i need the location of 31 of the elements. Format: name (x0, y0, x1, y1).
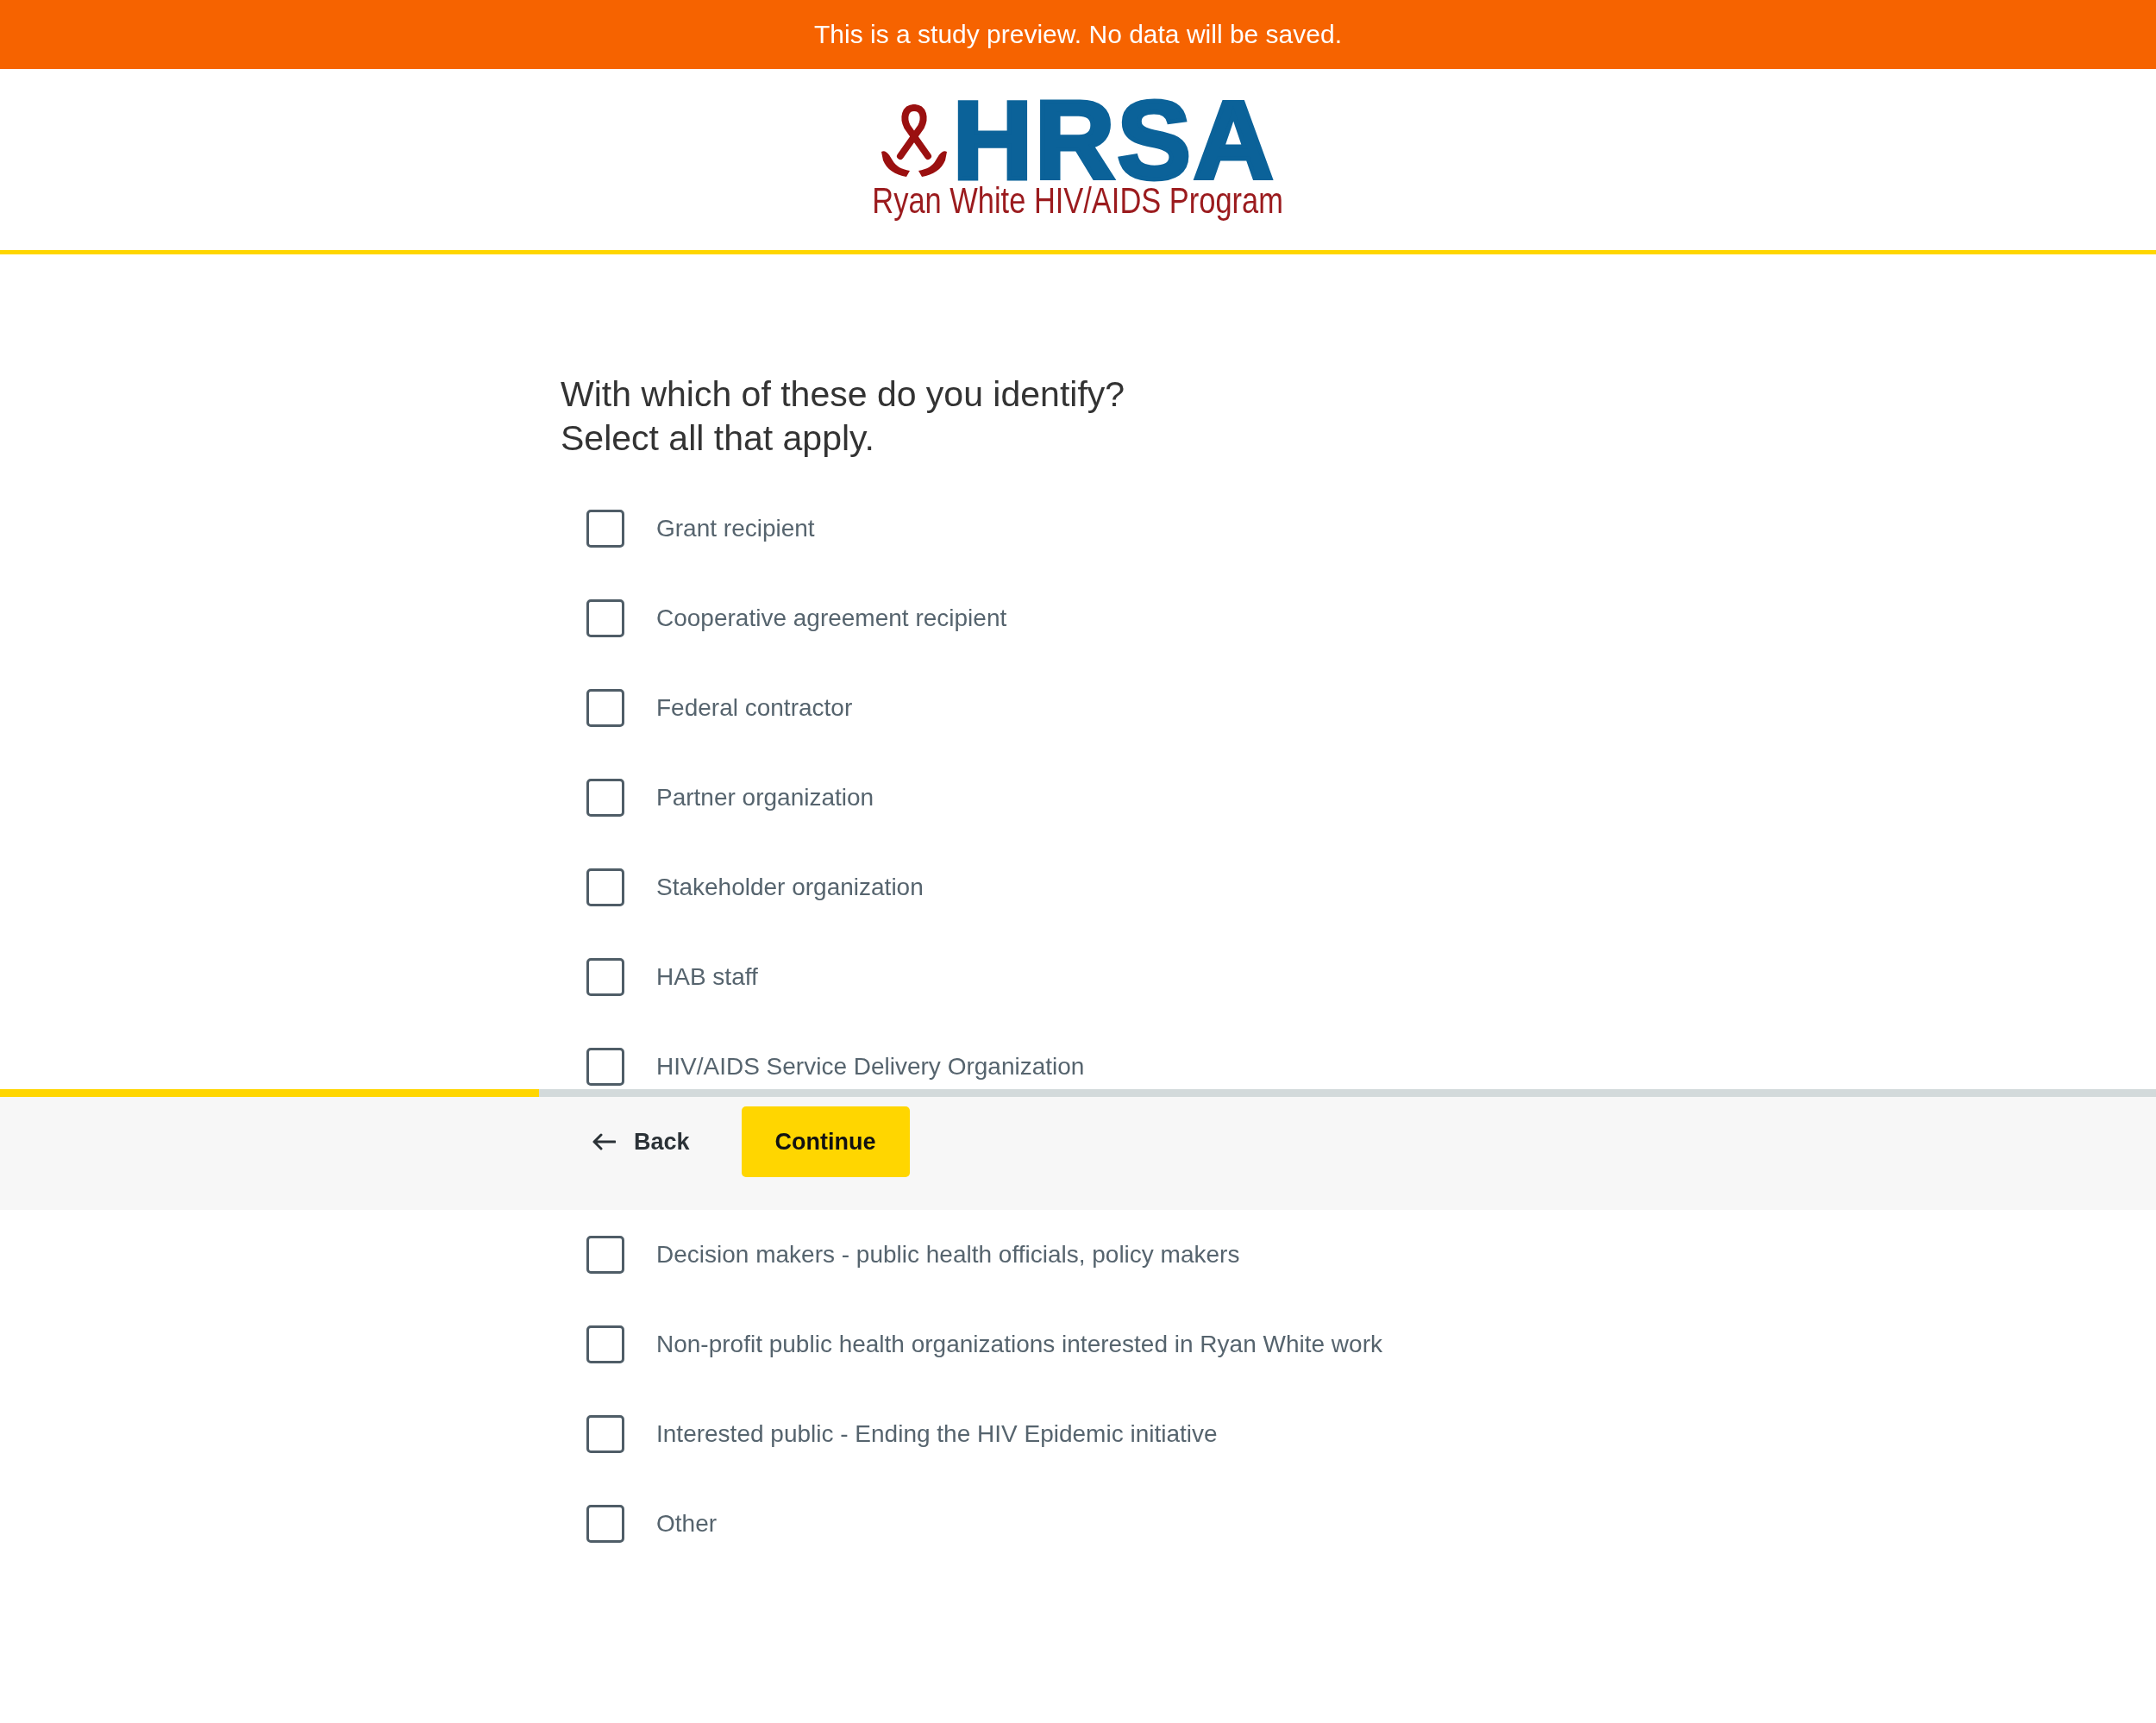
ribbon-hands-icon (880, 104, 948, 177)
arrow-left-icon (592, 1133, 616, 1150)
checkbox[interactable] (586, 1236, 624, 1274)
option-label: Interested public - Ending the HIV Epidemic initiative (656, 1420, 1218, 1448)
question-text: With which of these do you identify? (561, 373, 1125, 416)
checkbox[interactable] (586, 958, 624, 996)
option-label: Cooperative agreement recipient (656, 605, 1007, 632)
checkbox[interactable] (586, 1325, 624, 1363)
option-label: Decision makers - public health officials, policy makers (656, 1241, 1240, 1269)
option-label: Other (656, 1510, 718, 1538)
logo-subtitle: Ryan White HIV/AIDS Program (872, 182, 1284, 220)
checkbox[interactable] (586, 689, 624, 727)
back-button[interactable]: Back (561, 1106, 711, 1177)
option-label: Non-profit public health organizations interested in Ryan White work (656, 1331, 1382, 1358)
checkbox[interactable] (586, 779, 624, 817)
checkbox[interactable] (586, 599, 624, 637)
option-label: Partner organization (656, 784, 874, 811)
checkbox[interactable] (586, 868, 624, 906)
continue-button[interactable]: Continue (741, 1106, 910, 1177)
option-label: Grant recipient (656, 515, 815, 542)
logo-wordmark: HRSA (952, 99, 1276, 182)
option-label: Stakeholder organization (656, 874, 924, 901)
instruction-text: Select all that apply. (561, 417, 874, 460)
option-label: HIV/AIDS Service Delivery Organization (656, 1052, 1085, 1081)
checkbox[interactable] (586, 1048, 624, 1086)
checkbox[interactable] (586, 510, 624, 548)
checkbox[interactable] (586, 1415, 624, 1453)
checkbox[interactable] (586, 1505, 624, 1543)
preview-banner: This is a study preview. No data will be saved. (0, 0, 2156, 69)
option-label: Federal contractor (656, 694, 853, 722)
option-label: HAB staff (656, 963, 758, 991)
